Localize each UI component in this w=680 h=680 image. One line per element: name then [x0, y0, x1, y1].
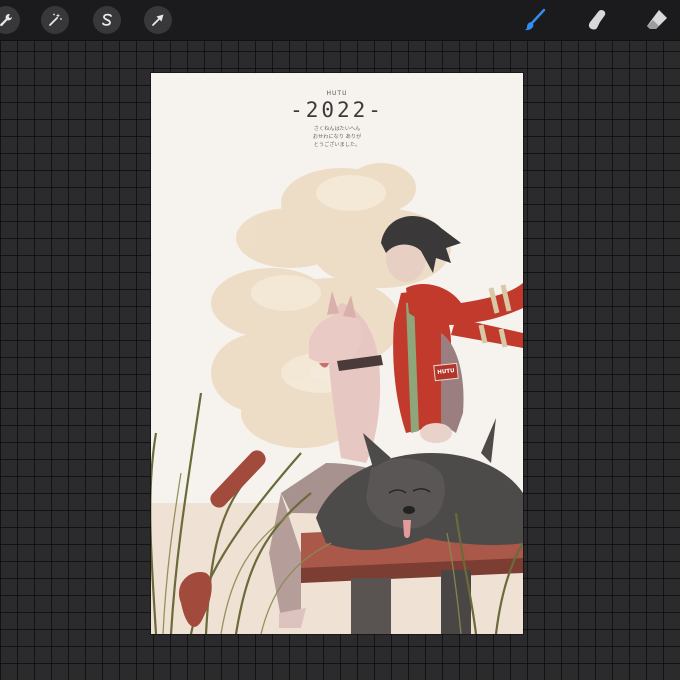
brush-tool[interactable] — [520, 5, 550, 35]
armband-label: HUTU — [433, 362, 459, 382]
selection-button[interactable] — [93, 6, 121, 34]
wrench-icon — [0, 14, 13, 27]
greeting-line: とうございました。 — [313, 142, 361, 148]
transform-button[interactable] — [144, 6, 172, 34]
greeting-line: おせわになり ありが — [312, 134, 362, 140]
arrow-cursor-icon — [152, 14, 164, 26]
artwork-year-title: -2022- — [290, 98, 384, 122]
artwork-canvas[interactable]: HUTU -2022- さくねんはたいへん おせわになり ありが とうございまし… — [151, 73, 523, 634]
smudge-tool[interactable] — [582, 5, 612, 35]
eraser-icon — [647, 10, 667, 29]
artwork-illustration — [151, 163, 523, 634]
selection-s-icon — [102, 13, 112, 26]
smudge-finger-icon — [588, 10, 606, 30]
actions-button[interactable] — [0, 6, 20, 34]
greeting-line: さくねんはたいへん — [313, 126, 361, 132]
adjustments-button[interactable] — [41, 6, 69, 34]
artwork-greeting-message: さくねんはたいへん おせわになり ありが とうございました。 — [151, 125, 523, 149]
brush-icon — [525, 8, 546, 31]
eraser-tool[interactable] — [642, 5, 672, 35]
top-toolbar — [0, 0, 680, 41]
magic-wand-icon — [49, 13, 62, 26]
artwork-signature: HUTU — [326, 90, 348, 97]
